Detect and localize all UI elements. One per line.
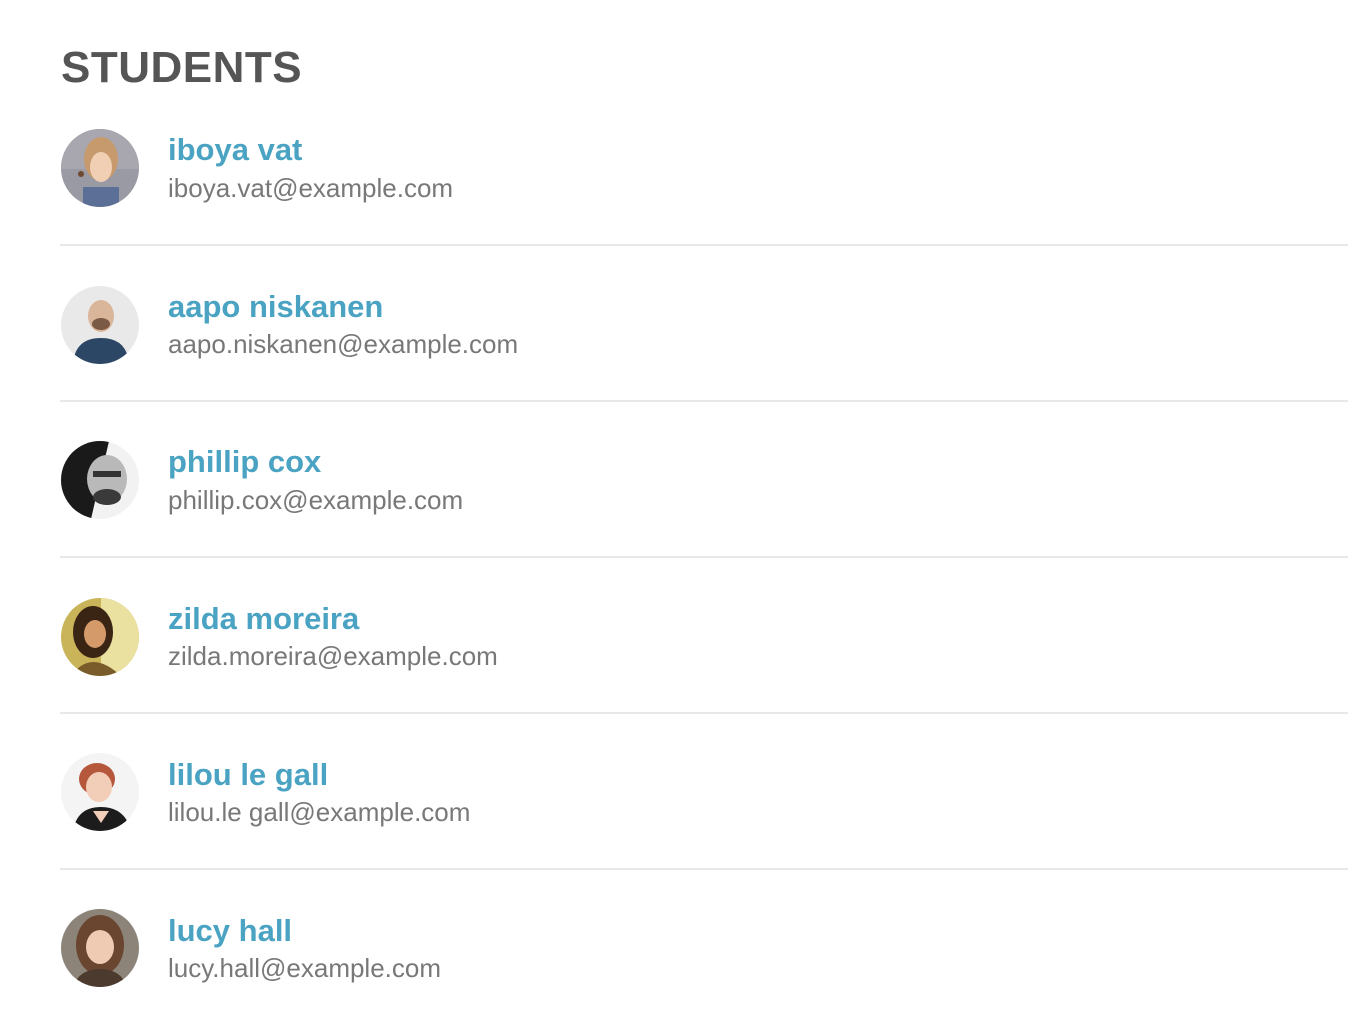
student-email: lilou.le gall@example.com bbox=[168, 797, 471, 827]
student-email: phillip.cox@example.com bbox=[168, 485, 464, 515]
student-email: zilda.moreira@example.com bbox=[168, 641, 498, 671]
avatar[interactable] bbox=[61, 441, 139, 519]
student-email: lucy.hall@example.com bbox=[168, 953, 442, 983]
list-item: iboya vat iboya.vat@example.com bbox=[60, 90, 1348, 246]
student-name-link[interactable]: lilou le gall bbox=[168, 757, 328, 793]
list-item: zilda moreira zilda.moreira@example.com bbox=[60, 558, 1348, 714]
avatar-photo-icon bbox=[61, 909, 139, 987]
student-name-link[interactable]: iboya vat bbox=[168, 132, 302, 168]
avatar[interactable] bbox=[61, 909, 139, 987]
list-item: lilou le gall lilou.le gall@example.com bbox=[60, 714, 1348, 870]
list-item: lucy hall lucy.hall@example.com bbox=[60, 870, 1348, 1026]
students-page: STUDENTS iboya vat iboya.vat@example.com bbox=[0, 0, 1348, 998]
avatar[interactable] bbox=[61, 753, 139, 831]
avatar[interactable] bbox=[61, 129, 139, 207]
student-name-link[interactable]: zilda moreira bbox=[168, 601, 359, 637]
avatar-photo-icon bbox=[61, 441, 139, 519]
student-name-link[interactable]: lucy hall bbox=[168, 913, 292, 949]
avatar-photo-icon bbox=[61, 129, 139, 207]
avatar[interactable] bbox=[61, 598, 139, 676]
list-item: aapo niskanen aapo.niskanen@example.com bbox=[60, 246, 1348, 402]
avatar-photo-icon bbox=[61, 598, 139, 676]
page-title: STUDENTS bbox=[61, 43, 303, 92]
avatar-photo-icon bbox=[61, 753, 139, 831]
student-email: aapo.niskanen@example.com bbox=[168, 329, 519, 359]
avatar-photo-icon bbox=[61, 286, 139, 364]
student-email: iboya.vat@example.com bbox=[168, 173, 454, 203]
student-name-link[interactable]: aapo niskanen bbox=[168, 289, 383, 325]
list-item: phillip cox phillip.cox@example.com bbox=[60, 402, 1348, 558]
student-list: iboya vat iboya.vat@example.com aapo nis… bbox=[60, 90, 1348, 1026]
student-name-link[interactable]: phillip cox bbox=[168, 444, 321, 480]
avatar[interactable] bbox=[61, 286, 139, 364]
